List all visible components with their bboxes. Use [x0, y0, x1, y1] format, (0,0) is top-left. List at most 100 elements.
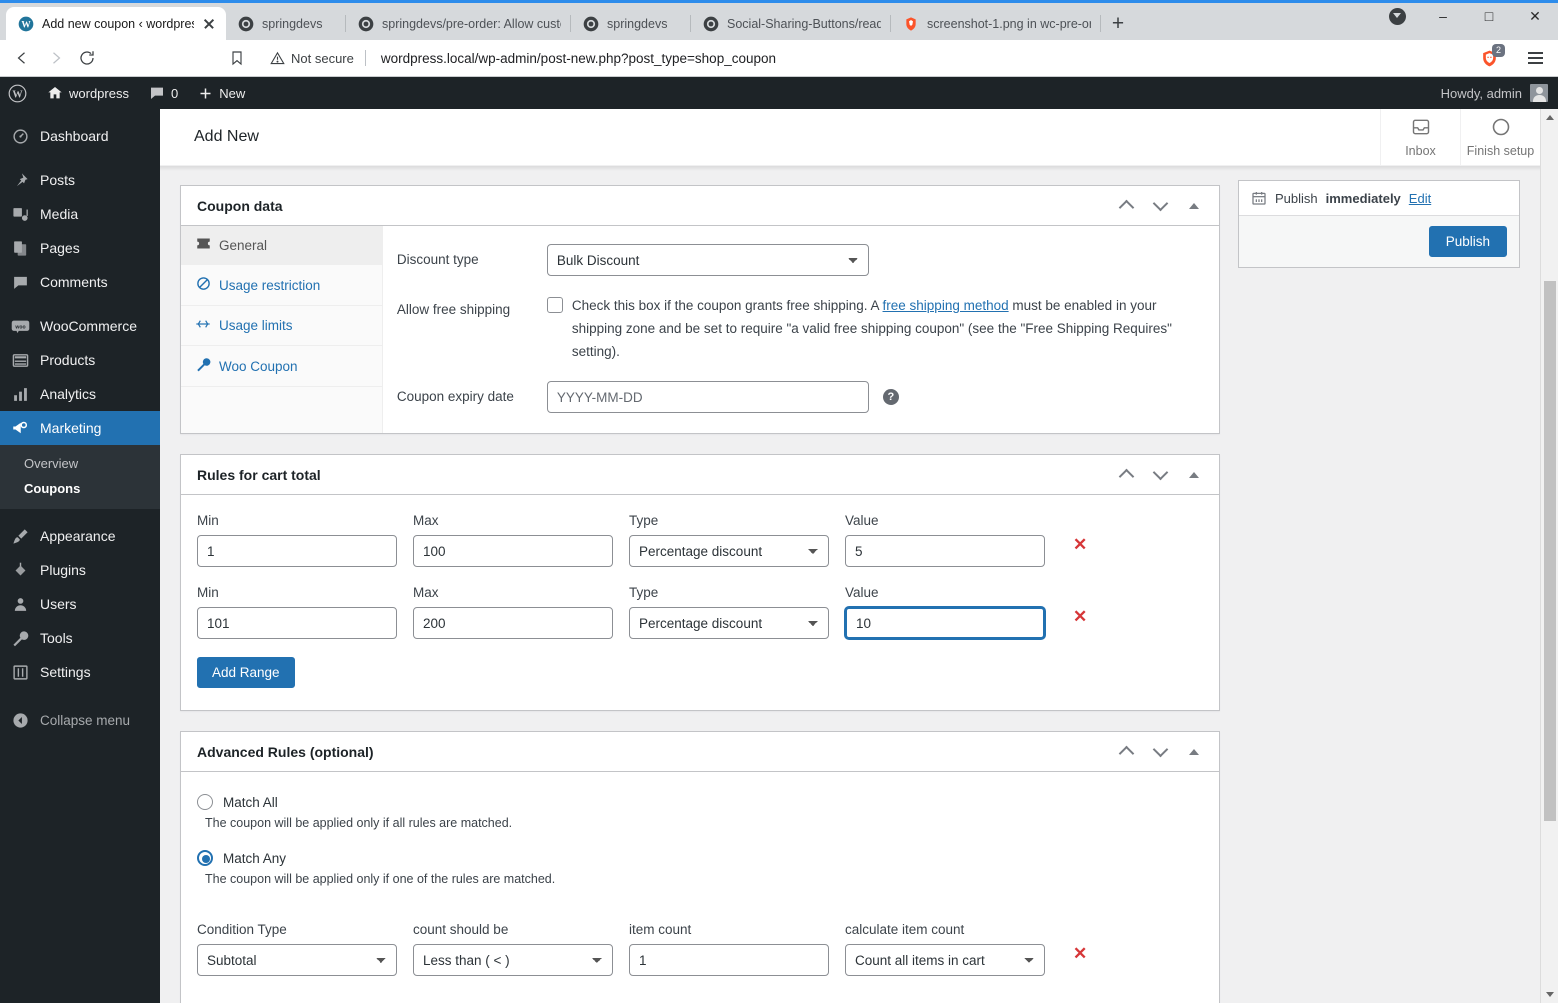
match-all-radio[interactable]: [197, 794, 213, 810]
move-up-icon[interactable]: [1113, 193, 1139, 219]
free-shipping-method-link[interactable]: free shipping method: [883, 298, 1009, 313]
publish-button[interactable]: Publish: [1428, 226, 1507, 257]
browser-tab-1[interactable]: springdevs: [226, 7, 346, 40]
home-icon: [48, 87, 62, 99]
scroll-up-arrow-icon[interactable]: [1541, 109, 1558, 126]
tab-woo-coupon[interactable]: Woo Coupon: [181, 346, 382, 387]
sidebar-item-marketing[interactable]: Marketing: [0, 411, 160, 445]
delete-x-icon[interactable]: ✕: [1061, 938, 1093, 976]
move-down-icon[interactable]: [1147, 462, 1173, 488]
count-should-be-select[interactable]: Less than ( < ): [413, 944, 613, 976]
delete-x-icon[interactable]: ✕: [1061, 601, 1093, 639]
rule-min-input[interactable]: [197, 607, 397, 639]
sidebar-item-dashboard[interactable]: Dashboard: [0, 119, 160, 153]
my-account-menu[interactable]: Howdy, admin: [1441, 84, 1558, 102]
delete-x-icon[interactable]: ✕: [1061, 529, 1093, 567]
pin-icon: [10, 170, 30, 190]
tab-usage-limits[interactable]: Usage limits: [181, 306, 382, 346]
rule-type-select[interactable]: Percentage discount: [629, 607, 829, 639]
rule-value-input[interactable]: [845, 535, 1045, 567]
sidebar-item-products[interactable]: Products: [0, 343, 160, 377]
wp-logo-menu[interactable]: W: [0, 77, 37, 109]
move-up-icon[interactable]: [1113, 462, 1139, 488]
browser-tab-5[interactable]: screenshot-1.png in wc-pre-order: [891, 7, 1101, 40]
panel-handle-actions: [1113, 462, 1207, 488]
finish-setup-button[interactable]: Finish setup: [1460, 109, 1540, 166]
advanced-rule-row: Condition Type Subtotal count should be …: [197, 922, 1203, 976]
move-down-icon[interactable]: [1147, 193, 1173, 219]
address-bar[interactable]: Not secure wordpress.local/wp-admin/post…: [258, 44, 1506, 72]
browser-tab-0[interactable]: W Add new coupon ‹ wordpress: [6, 7, 226, 40]
match-all-option[interactable]: Match All: [197, 794, 1203, 810]
browser-tab-4[interactable]: Social-Sharing-Buttons/readme.tx: [691, 7, 891, 40]
page-scrollbar[interactable]: [1540, 109, 1558, 1003]
close-window-button[interactable]: ✕: [1512, 0, 1558, 32]
browser-menu-icon[interactable]: [1520, 43, 1550, 73]
sidebar-subitem-overview[interactable]: Overview: [0, 451, 160, 476]
main-column: Coupon data General Usage restriction Us…: [180, 185, 1220, 1003]
minimize-button[interactable]: –: [1420, 0, 1466, 32]
sidebar-item-label: Pages: [40, 240, 80, 256]
question-mark-icon[interactable]: ?: [882, 389, 899, 405]
collapse-menu-button[interactable]: Collapse menu: [0, 703, 160, 737]
brave-rewards-icon[interactable]: [1374, 0, 1420, 32]
scroll-down-arrow-icon[interactable]: [1541, 986, 1558, 1003]
free-shipping-checkbox[interactable]: [546, 297, 563, 313]
reload-icon[interactable]: [72, 43, 102, 73]
scrollbar-thumb[interactable]: [1544, 281, 1556, 821]
browser-tab-2[interactable]: springdevs/pre-order: Allow custo: [346, 7, 571, 40]
free-shipping-description: Check this box if the coupon grants free…: [572, 294, 1205, 363]
sidebar-item-posts[interactable]: Posts: [0, 163, 160, 197]
sidebar-subitem-coupons[interactable]: Coupons: [0, 476, 160, 501]
coupon-expiry-label: Coupon expiry date: [396, 389, 514, 404]
rule-max-input[interactable]: [413, 535, 613, 567]
site-name-menu[interactable]: wordpress: [37, 77, 139, 109]
match-any-option[interactable]: Match Any: [197, 850, 1203, 866]
not-secure-indicator[interactable]: Not secure: [270, 51, 354, 66]
calculate-item-count-select[interactable]: Count all items in cart: [845, 944, 1045, 976]
comments-menu[interactable]: 0: [139, 77, 188, 109]
edit-schedule-link[interactable]: Edit: [1409, 191, 1431, 206]
item-count-input[interactable]: [629, 944, 829, 976]
new-tab-button[interactable]: +: [1101, 7, 1135, 40]
sidebar-item-plugins[interactable]: Plugins: [0, 553, 160, 587]
sidebar-item-users[interactable]: Users: [0, 587, 160, 621]
move-down-icon[interactable]: [1147, 739, 1173, 765]
new-content-menu[interactable]: New: [188, 77, 255, 109]
add-range-button[interactable]: Add Range: [197, 657, 295, 688]
rule-max-field: Max: [413, 513, 613, 567]
svg-text:woo: woo: [14, 324, 25, 330]
tab-usage-restriction[interactable]: Usage restriction: [181, 265, 382, 306]
inbox-button[interactable]: Inbox: [1380, 109, 1460, 166]
sidebar-item-media[interactable]: Media: [0, 197, 160, 231]
sidebar-item-comments[interactable]: Comments: [0, 265, 160, 299]
close-icon[interactable]: [202, 17, 216, 31]
tab-label: Usage limits: [219, 318, 293, 333]
match-any-radio[interactable]: [197, 850, 213, 866]
maximize-button[interactable]: □: [1466, 0, 1512, 32]
sidebar-item-label: WooCommerce: [40, 318, 137, 334]
rule-type-select[interactable]: Percentage discount: [629, 535, 829, 567]
condition-type-select[interactable]: Subtotal: [197, 944, 397, 976]
sidebar-item-settings[interactable]: Settings: [0, 655, 160, 689]
tab-label: Woo Coupon: [219, 358, 298, 374]
rule-max-input[interactable]: [413, 607, 613, 639]
toggle-panel-icon[interactable]: [1181, 462, 1207, 488]
rule-min-input[interactable]: [197, 535, 397, 567]
browser-tab-3[interactable]: springdevs: [571, 7, 691, 40]
sidebar-item-tools[interactable]: Tools: [0, 621, 160, 655]
back-icon[interactable]: [8, 43, 38, 73]
sidebar-item-woocommerce[interactable]: woo WooCommerce: [0, 309, 160, 343]
tab-general[interactable]: General: [181, 226, 382, 265]
rule-value-input[interactable]: [845, 607, 1045, 639]
sidebar-item-analytics[interactable]: Analytics: [0, 377, 160, 411]
discount-type-select[interactable]: Bulk Discount: [546, 244, 869, 276]
move-up-icon[interactable]: [1113, 739, 1139, 765]
coupon-expiry-input[interactable]: [546, 381, 869, 413]
toggle-panel-icon[interactable]: [1181, 193, 1207, 219]
sidebar-item-pages[interactable]: Pages: [0, 231, 160, 265]
sidebar-item-appearance[interactable]: Appearance: [0, 519, 160, 553]
bookmark-icon[interactable]: [222, 43, 252, 73]
brave-shields-icon[interactable]: 2: [1476, 44, 1505, 71]
toggle-panel-icon[interactable]: [1181, 739, 1207, 765]
